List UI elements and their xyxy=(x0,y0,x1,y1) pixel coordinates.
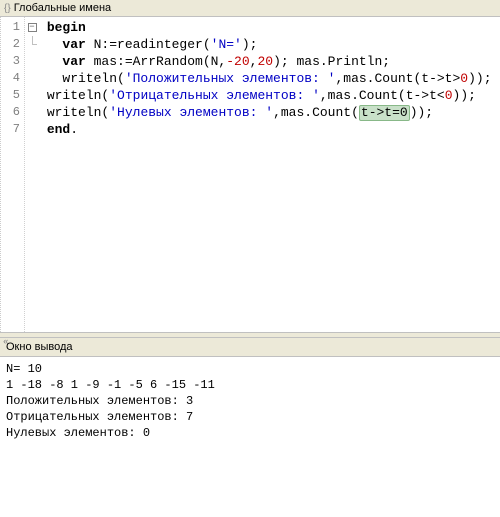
output-panel[interactable]: N= 10 1 -18 -8 1 -9 -1 -5 6 -15 -11 Поло… xyxy=(0,357,500,517)
line-number: 7 xyxy=(1,121,24,138)
code-line: var mas:=ArrRandom(N,-20,20); mas.Printl… xyxy=(39,53,500,70)
code-line: writeln('Нулевых элементов: ',mas.Count(… xyxy=(39,104,500,121)
line-number: 5 xyxy=(1,87,24,104)
code-line: var N:=readinteger('N='); xyxy=(39,36,500,53)
line-number: 3 xyxy=(1,53,24,70)
braces-icon: {} xyxy=(4,3,11,14)
line-number: 6 xyxy=(1,104,24,121)
tab-global-names[interactable]: Глобальные имена xyxy=(14,2,112,14)
code-editor[interactable]: 1 2 3 4 5 6 7 − begin var N:=readinteger… xyxy=(0,17,500,332)
line-gutter: 1 2 3 4 5 6 7 xyxy=(1,17,25,332)
fold-toggle-icon[interactable]: − xyxy=(28,23,37,32)
fold-end-icon xyxy=(32,36,37,45)
highlighted-expression: t->t=0 xyxy=(359,105,410,121)
fold-column: − xyxy=(25,17,39,332)
code-line: begin xyxy=(39,19,500,36)
code-line: end. xyxy=(39,121,500,138)
tab-bar: {} Глобальные имена xyxy=(0,0,500,17)
output-panel-title: Окно вывода xyxy=(0,338,500,357)
line-number: 4 xyxy=(1,70,24,87)
line-number: 1 xyxy=(1,19,24,36)
line-number: 2 xyxy=(1,36,24,53)
code-line: writeln('Отрицательных элементов: ',mas.… xyxy=(39,87,500,104)
code-line: writeln('Положительных элементов: ',mas.… xyxy=(39,70,500,87)
code-area[interactable]: begin var N:=readinteger('N='); var mas:… xyxy=(39,17,500,332)
